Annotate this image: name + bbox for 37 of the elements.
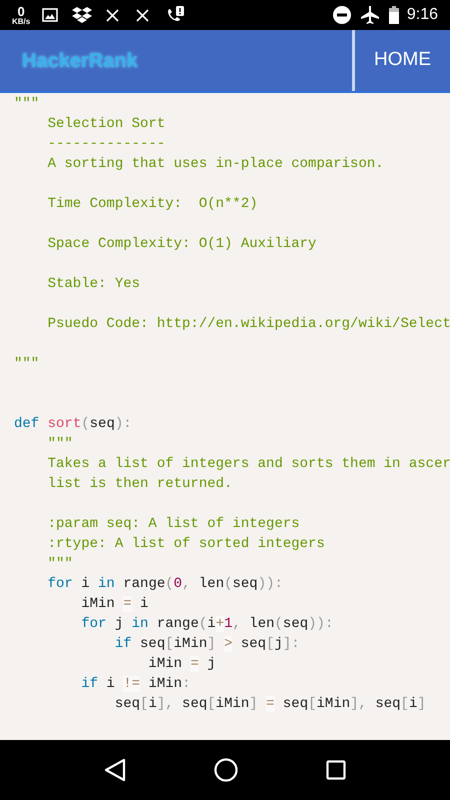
code-line: :param seq: A list of integers	[46, 515, 300, 534]
network-speed-unit: KB/s	[12, 18, 30, 26]
code-line: """	[14, 355, 40, 374]
back-icon[interactable]	[104, 758, 126, 782]
airplane-icon	[360, 6, 379, 24]
code-line: """	[14, 95, 40, 114]
code-line: def sort(seq):	[14, 415, 132, 434]
code-line: iMin = i	[80, 595, 148, 614]
home-icon[interactable]	[214, 758, 238, 782]
code-line: for j in range(i+1, len(seq)):	[80, 615, 334, 634]
network-speed-value: 0	[18, 4, 25, 18]
close-icon	[136, 8, 150, 22]
code-line: for i in range(0, len(seq)):	[46, 575, 283, 594]
code-line: Time Complexity: O(n**2)	[46, 195, 258, 214]
close-icon	[106, 8, 120, 22]
code-line: Selection Sort	[46, 115, 166, 134]
code-line: Stable: Yes	[46, 275, 140, 294]
image-icon	[42, 8, 58, 22]
code-line: Psuedo Code: http://en.wikipedia.org/wiki/Select	[46, 315, 450, 334]
code-line: Takes a list of integers and sorts them in ascer	[46, 455, 450, 474]
phone-alert-icon	[166, 6, 184, 24]
code-line: :rtype: A list of sorted integers	[46, 535, 325, 554]
code-line: Space Complexity: O(1) Auxiliary	[46, 235, 316, 254]
code-line: list is then returned.	[46, 475, 232, 494]
code-line: A sorting that uses in-place comparison.	[46, 155, 384, 174]
recents-icon[interactable]	[326, 760, 346, 780]
battery-icon	[388, 6, 399, 24]
code-line: if i != iMin:	[80, 675, 190, 694]
code-line: iMin = j	[147, 655, 216, 674]
status-time: 9:16	[406, 5, 438, 25]
code-line: --------------	[46, 135, 166, 154]
dropbox-icon	[72, 7, 92, 23]
code-line: """	[46, 435, 73, 454]
code-line: seq[i], seq[iMin] = seq[iMin], seq[i]	[114, 695, 426, 714]
code-line: if seq[iMin] > seq[j]:	[114, 635, 300, 654]
do-not-disturb-icon	[332, 6, 351, 24]
code-line: """	[46, 555, 73, 574]
